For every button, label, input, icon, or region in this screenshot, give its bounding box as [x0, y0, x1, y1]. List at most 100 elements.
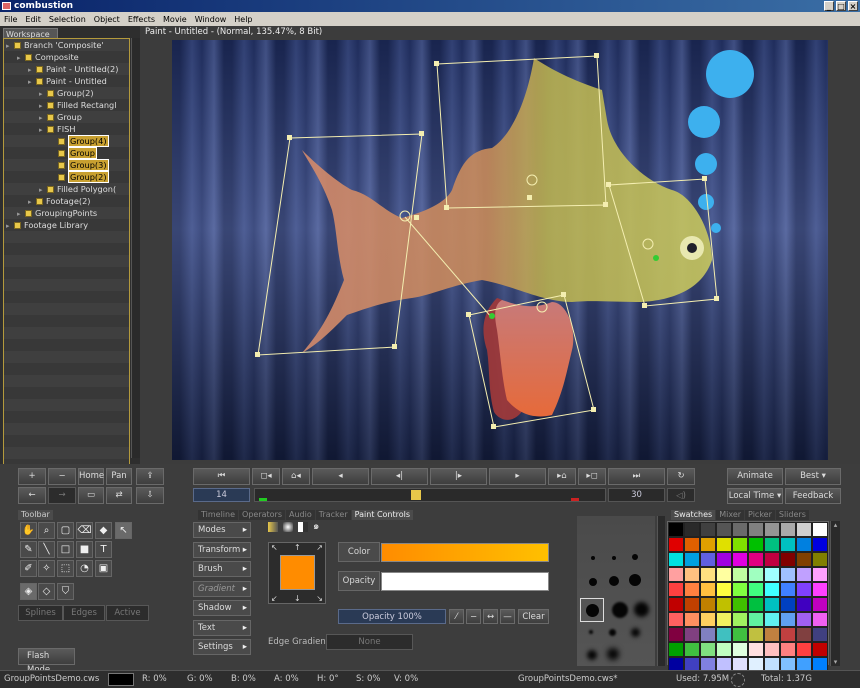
export-icon[interactable]: ⇩ [136, 487, 164, 504]
selected-brush[interactable] [580, 598, 604, 622]
color-swatch[interactable] [716, 627, 732, 642]
color-swatch[interactable] [668, 642, 684, 657]
color-swatch[interactable] [764, 642, 780, 657]
color-swatch[interactable] [716, 522, 732, 537]
expand-arrow-icon[interactable]: ▸ [17, 52, 25, 64]
arrow-sw-icon[interactable]: ↙ [271, 594, 278, 603]
color-swatch[interactable] [748, 522, 764, 537]
color-swatch[interactable] [668, 627, 684, 642]
color-swatch[interactable] [716, 567, 732, 582]
opacity-value-field[interactable]: Opacity 100% [338, 609, 446, 624]
loop-icon[interactable]: ↻ [667, 468, 695, 485]
minimize-button[interactable]: _ [824, 1, 834, 11]
color-swatch[interactable] [668, 537, 684, 552]
tab-mixer[interactable]: Mixer [716, 510, 745, 520]
scroll-up-icon[interactable]: ▴ [831, 521, 840, 529]
color-swatch[interactable] [796, 627, 812, 642]
color-swatch[interactable] [732, 627, 748, 642]
prev-key-icon[interactable]: ⌂◂ [282, 468, 310, 485]
close-button[interactable]: × [848, 1, 858, 11]
brush-presets[interactable] [577, 516, 655, 666]
flat-icon[interactable]: — [500, 609, 515, 624]
spiral-gradient-icon[interactable]: ๑ [313, 521, 325, 533]
color-swatch[interactable] [700, 537, 716, 552]
flash-mode-button[interactable]: Flash Mode [18, 648, 75, 675]
color-swatch[interactable] [684, 642, 700, 657]
point-mode-icon[interactable]: ◇ [38, 583, 55, 600]
workspace-scrollbar[interactable] [131, 38, 140, 458]
paint-viewport[interactable] [172, 40, 828, 460]
prev-keyframe-icon[interactable]: ◻◂ [252, 468, 280, 485]
play-reverse-icon[interactable]: ◂ [312, 468, 369, 485]
shadow-menu-button[interactable]: Shadow [193, 600, 251, 616]
polygon-tool-icon[interactable]: ▣ [95, 560, 112, 577]
select-tool-icon[interactable]: ↖ [115, 522, 132, 539]
color-swatch[interactable] [700, 522, 716, 537]
color-swatch[interactable] [764, 537, 780, 552]
tab-tracker[interactable]: Tracker [315, 510, 351, 520]
color-swatch[interactable] [812, 522, 828, 537]
color-swatch[interactable] [764, 552, 780, 567]
menu-selection[interactable]: Selection [45, 15, 90, 24]
step-back-icon[interactable]: ◂| [371, 468, 428, 485]
gradient-direction-grid[interactable]: ↖ ↑ ↗ ↙ ↓ ↘ [268, 542, 326, 604]
color-swatch[interactable] [812, 642, 828, 657]
color-swatch[interactable] [684, 612, 700, 627]
gradient-menu-button[interactable]: Gradient [193, 581, 251, 597]
color-swatch[interactable] [684, 567, 700, 582]
color-swatch[interactable] [780, 612, 796, 627]
brush-menu-button[interactable]: Brush [193, 561, 251, 577]
color-swatch[interactable] [780, 642, 796, 657]
clear-button[interactable]: Clear [518, 609, 549, 624]
color-swatch[interactable] [684, 552, 700, 567]
rectangle-tool-icon[interactable]: □ [57, 541, 74, 558]
arrow-nw-icon[interactable]: ↖ [271, 543, 278, 552]
text-menu-button[interactable]: Text [193, 620, 251, 636]
color-swatch[interactable] [684, 597, 700, 612]
color-swatch[interactable] [716, 537, 732, 552]
color-swatch[interactable] [764, 567, 780, 582]
color-swatch[interactable] [748, 627, 764, 642]
color-swatch[interactable] [732, 522, 748, 537]
tree-item[interactable]: ▸ Branch 'Composite' [6, 39, 104, 51]
color-swatch[interactable] [668, 567, 684, 582]
brush-scrollbar[interactable] [657, 516, 665, 666]
color-swatch[interactable] [780, 522, 796, 537]
color-swatch[interactable] [684, 582, 700, 597]
color-swatch[interactable] [812, 537, 828, 552]
menu-edit[interactable]: Edit [21, 15, 45, 24]
current-frame-field[interactable]: 14 [193, 488, 250, 502]
color-swatch[interactable] [732, 582, 748, 597]
color-swatch[interactable] [716, 612, 732, 627]
end-frame-field[interactable]: 30 [608, 488, 665, 502]
toolbar-tab[interactable]: Toolbar [18, 510, 53, 520]
quality-select[interactable]: Best ▾ [785, 468, 841, 485]
color-swatch[interactable] [748, 552, 764, 567]
color-swatch[interactable] [796, 597, 812, 612]
view-options-icon[interactable]: ⇪ [136, 468, 164, 485]
home-button[interactable]: Home [78, 468, 104, 485]
feedback-button[interactable]: Feedback [785, 488, 841, 504]
menu-object[interactable]: Object [90, 15, 124, 24]
remove-key-icon[interactable]: − [466, 609, 481, 624]
color-swatch[interactable] [748, 567, 764, 582]
text-tool-icon[interactable]: T [95, 541, 112, 558]
color-swatch[interactable] [812, 582, 828, 597]
fill-tool-icon[interactable]: ◆ [95, 522, 112, 539]
color-swatch[interactable] [764, 597, 780, 612]
tab-sliders[interactable]: Sliders [775, 510, 809, 520]
pen-tool-icon[interactable]: ✐ [20, 560, 37, 577]
color-swatch[interactable] [748, 642, 764, 657]
radial-gradient-icon[interactable] [283, 522, 293, 532]
tab-swatches[interactable]: Swatches [671, 510, 716, 520]
color-swatch[interactable] [684, 522, 700, 537]
color-swatch[interactable] [732, 612, 748, 627]
color-gradient-bar[interactable] [381, 543, 549, 562]
go-to-end-icon[interactable]: ⏭ [608, 468, 665, 485]
color-swatch[interactable] [780, 597, 796, 612]
edge-gradient-select[interactable]: None [326, 634, 413, 650]
modes-menu-button[interactable]: Modes [193, 522, 251, 538]
color-swatch[interactable] [748, 612, 764, 627]
settings-menu-button[interactable]: Settings [193, 639, 251, 655]
color-swatch[interactable] [716, 582, 732, 597]
